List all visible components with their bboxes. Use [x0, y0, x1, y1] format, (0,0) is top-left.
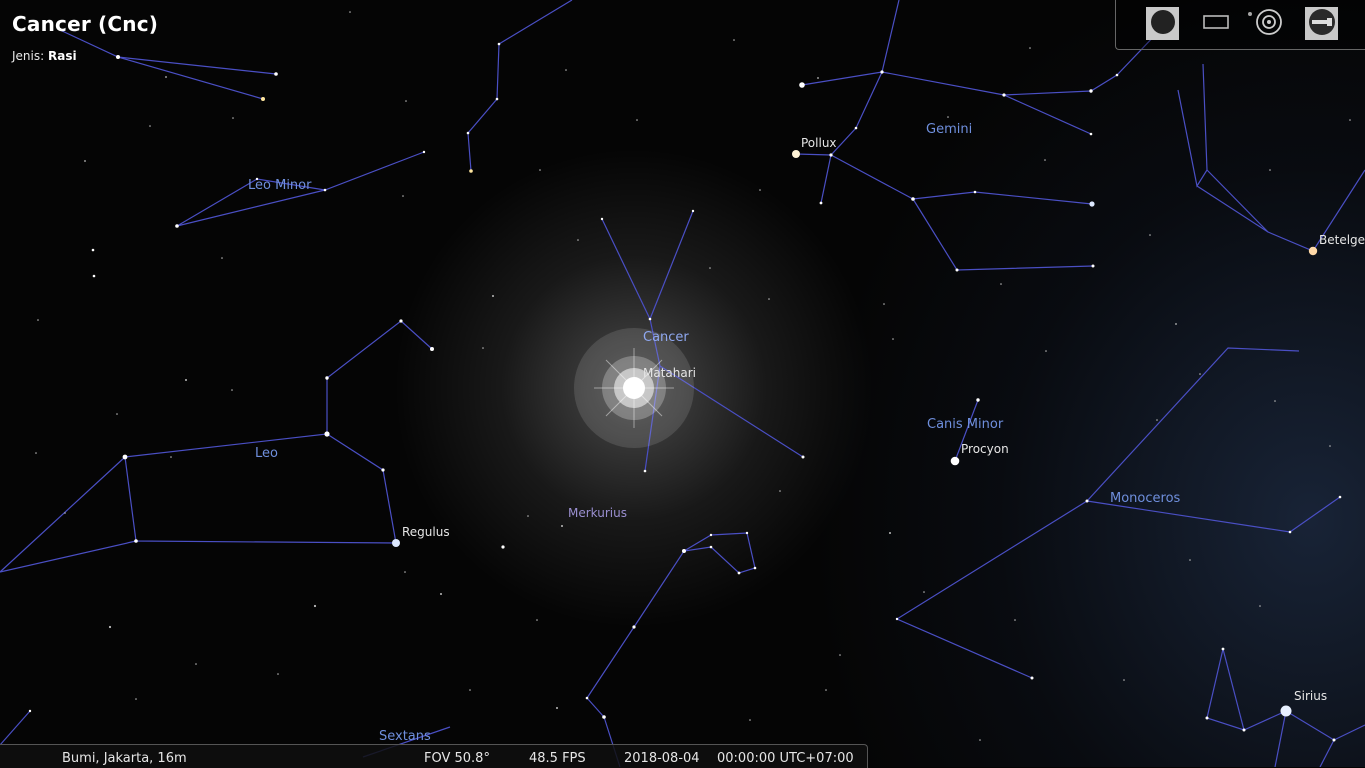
star-label-regulus[interactable]: Regulus [402, 525, 450, 539]
constellation-label-monoceros[interactable]: Monoceros [1110, 491, 1180, 506]
constellation-label-canis-minor[interactable]: Canis Minor [927, 417, 1003, 432]
star-label-pollux[interactable]: Pollux [801, 136, 837, 150]
telescope-button[interactable] [1305, 7, 1338, 40]
constellation-label-sextans[interactable]: Sextans [379, 729, 431, 744]
type-value: Rasi [47, 49, 77, 63]
star-label-betelgeuse[interactable]: Betelge [1319, 233, 1365, 247]
constellation-lines [0, 0, 1365, 767]
selected-object-type: Jenis: Rasi [12, 49, 77, 63]
window-toggle-button[interactable] [1199, 7, 1232, 40]
location-status[interactable]: Bumi, Jakarta, 16m [62, 751, 187, 766]
target-icon [1255, 8, 1283, 40]
constellation-label-gemini[interactable]: Gemini [926, 122, 972, 137]
date-status[interactable]: 2018-08-04 [624, 751, 700, 766]
fov-status[interactable]: FOV 50.8° [424, 751, 490, 766]
status-bar: Bumi, Jakarta, 16m FOV 50.8° 48.5 FPS 20… [0, 744, 868, 768]
fullscreen-toggle-button[interactable] [1146, 7, 1179, 40]
type-label: Jenis: [12, 49, 45, 63]
sun-glow [574, 328, 694, 448]
planet-label-merkurius[interactable]: Merkurius [568, 506, 627, 520]
star-label-procyon[interactable]: Procyon [961, 442, 1009, 456]
selected-object-title: Cancer (Cnc) [12, 12, 159, 36]
star-label-sirius[interactable]: Sirius [1294, 689, 1327, 703]
constellation-label-cancer[interactable]: Cancer [643, 330, 689, 345]
rectangle-icon [1202, 14, 1230, 34]
circle-icon [1150, 9, 1176, 39]
location-target-button[interactable] [1252, 7, 1285, 40]
fps-status: 48.5 FPS [529, 751, 586, 766]
telescope-icon [1308, 8, 1336, 40]
constellation-label-leo[interactable]: Leo [255, 446, 278, 461]
sun-label[interactable]: Matahari [643, 366, 696, 380]
top-toolbar [1115, 0, 1365, 50]
time-status[interactable]: 00:00:00 UTC+07:00 [717, 751, 854, 766]
constellation-label-leo-minor[interactable]: Leo Minor [248, 178, 311, 193]
